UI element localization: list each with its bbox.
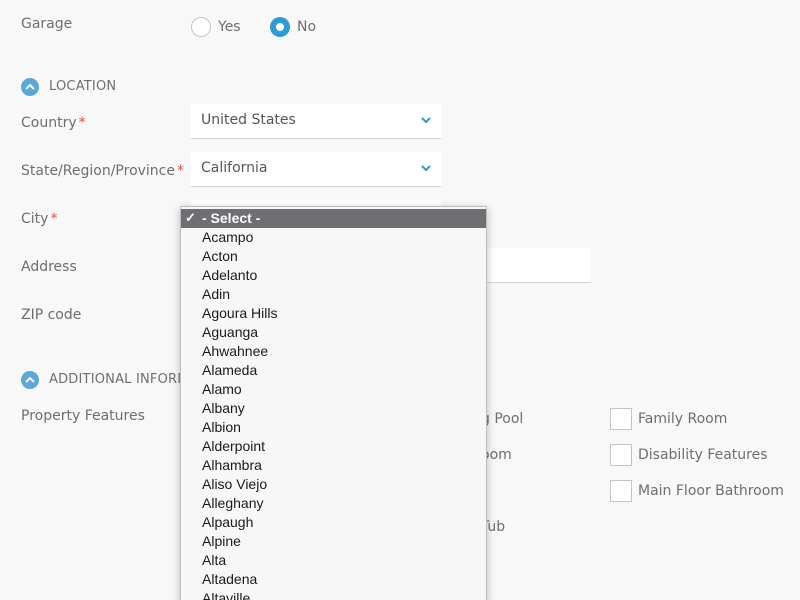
city-option[interactable]: Alhambra [181,456,486,475]
city-option-label: Acampo [202,229,254,245]
state-label-text: State/Region/Province [21,163,175,179]
country-label-text: Country [21,115,77,131]
main-floor-bathroom-checkbox[interactable] [610,480,632,502]
garage-yes-label[interactable]: Yes [218,19,241,35]
main-floor-bathroom-label[interactable]: Main Floor Bathroom [638,483,784,499]
city-option[interactable]: Altadena [181,570,486,589]
city-option[interactable]: Alameda [181,361,486,380]
city-option-label: Alleghany [202,495,264,511]
city-option[interactable]: Acampo [181,228,486,247]
city-option[interactable]: Alleghany [181,494,486,513]
garage-label: Garage [21,16,73,32]
city-option-select[interactable]: ✓ - Select - [181,209,486,228]
city-option[interactable]: Agoura Hills [181,304,486,323]
city-option-label: Alderpoint [202,438,266,454]
required-marker: * [50,211,58,227]
property-features-label: Property Features [21,408,145,424]
city-option[interactable]: Alpaugh [181,513,486,532]
chevron-down-icon [421,117,431,124]
feature-label-partial[interactable]: g Pool [481,411,523,427]
state-label: State/Region/Province * [21,163,184,179]
garage-no-label[interactable]: No [297,19,316,35]
city-option[interactable]: Alta [181,551,486,570]
country-label: Country * [21,115,86,131]
city-option[interactable]: Acton [181,247,486,266]
additional-collapse-icon[interactable] [21,371,39,389]
city-option[interactable]: Alpine [181,532,486,551]
city-option[interactable]: Aliso Viejo [181,475,486,494]
city-option[interactable]: Aguanga [181,323,486,342]
city-option-label: Alpine [202,533,241,549]
chevron-up-icon [25,83,35,90]
city-option-label: Alamo [202,381,242,397]
city-dropdown-list[interactable]: ✓ - Select - Acampo Acton Adelanto Adin Agou… [180,206,487,600]
state-select-value: California [201,160,268,176]
additional-section-title: ADDITIONAL INFORMA [49,372,198,387]
city-option-label: Altadena [202,571,258,587]
city-option[interactable]: Alderpoint [181,437,486,456]
city-label-text: City [21,211,49,227]
location-collapse-icon[interactable] [21,78,39,96]
required-marker: * [177,163,184,179]
city-option[interactable]: Albany [181,399,486,418]
city-option-label: Agoura Hills [202,305,278,321]
garage-yes-radio[interactable] [191,17,211,37]
city-option-label: Albion [202,419,241,435]
city-option-label: - Select - [202,210,261,226]
disability-features-label[interactable]: Disability Features [638,447,768,463]
country-select-value: United States [201,112,296,128]
family-room-label[interactable]: Family Room [638,411,727,427]
location-section-title: LOCATION [49,79,117,94]
city-option[interactable]: Adelanto [181,266,486,285]
city-option-label: Albany [202,400,245,416]
city-label: City * [21,211,57,227]
city-option-label: Aliso Viejo [202,476,268,492]
required-marker: * [78,115,86,131]
city-option-label: Alhambra [202,457,262,473]
city-option[interactable]: Altaville [181,589,486,600]
address-label: Address [21,259,77,275]
city-option-label: Alameda [202,362,258,378]
city-option-label: Aguanga [202,324,259,340]
city-option-label: Altaville [202,590,251,600]
city-option-label: Adin [202,286,231,302]
checkmark-icon: ✓ [185,210,196,225]
garage-no-radio[interactable] [270,17,290,37]
city-option[interactable]: Adin [181,285,486,304]
city-option-label: Alpaugh [202,514,254,530]
zip-label: ZIP code [21,307,82,323]
property-form-page: Garage Yes No LOCATION Country * United S… [0,0,800,600]
country-select[interactable]: United States [191,104,441,139]
disability-features-checkbox[interactable] [610,444,632,466]
city-option-label: Adelanto [202,267,258,283]
family-room-checkbox[interactable] [610,408,632,430]
state-select[interactable]: California [191,152,441,187]
city-option[interactable]: Alamo [181,380,486,399]
city-option-label: Alta [202,552,227,568]
city-option[interactable]: Albion [181,418,486,437]
city-option-label: Ahwahnee [202,343,269,359]
city-option-label: Acton [202,248,238,264]
chevron-down-icon [421,165,431,172]
chevron-up-icon [25,376,35,383]
city-option[interactable]: Ahwahnee [181,342,486,361]
